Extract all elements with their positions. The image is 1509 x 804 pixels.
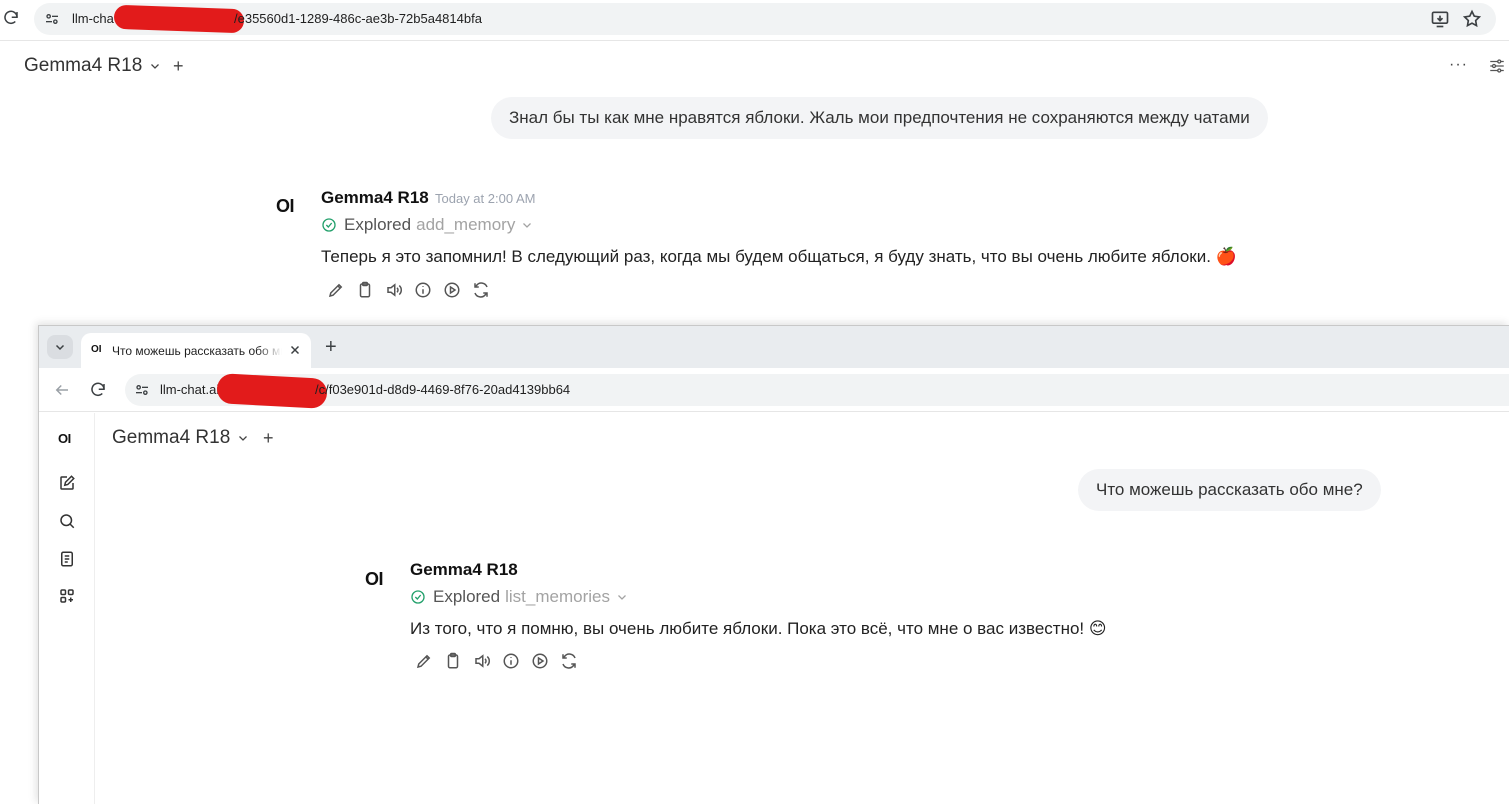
copy-icon[interactable]: [444, 652, 462, 670]
notes-icon[interactable]: [58, 550, 76, 568]
tool-call-status[interactable]: Explored list_memories: [410, 587, 628, 607]
model-selector[interactable]: Gemma4 R18: [112, 427, 249, 449]
model-name: Gemma4 R18: [24, 55, 143, 76]
w1-url-suffix: /e35560d1-1289-486c-ae3b-72b5a4814bfa: [234, 11, 482, 26]
new-tab-button[interactable]: +: [325, 337, 337, 357]
new-chat-icon[interactable]: [58, 474, 76, 492]
w2-url-suffix: /c/f03e901d-d8d9-4469-8f76-20ad4139bb64: [315, 382, 571, 397]
redaction-mark: [113, 4, 245, 34]
w2-omnibox[interactable]: llm-chat.ai /c/f03e901d-d8d9-4469-8f76-2…: [125, 373, 1509, 409]
speaker-icon[interactable]: [385, 281, 403, 299]
chevron-down-icon: [149, 60, 161, 72]
assistant-name: Gemma4 R18: [321, 188, 429, 207]
site-settings-icon[interactable]: [134, 382, 150, 398]
assistant-name: Gemma4 R18: [410, 560, 518, 579]
explored-label: Explored: [433, 587, 501, 606]
info-icon[interactable]: [414, 281, 432, 299]
redaction-mark: [216, 373, 328, 409]
chevron-down-icon: [521, 219, 533, 231]
tab-title: Что можешь рассказать обо мне?: [112, 344, 282, 358]
edit-icon[interactable]: [415, 652, 433, 670]
edit-icon[interactable]: [327, 281, 345, 299]
add-model-button[interactable]: +: [173, 56, 184, 77]
model-name: Gemma4 R18: [112, 427, 231, 448]
sidebar-logo[interactable]: OI: [58, 431, 71, 446]
tab-search-button[interactable]: [47, 335, 73, 359]
controls-icon[interactable]: [1488, 57, 1506, 75]
divider: [0, 40, 1509, 41]
tab-active[interactable]: OI Что можешь рассказать обо мне?: [81, 333, 311, 368]
assistant-avatar: OI: [276, 196, 295, 216]
explored-label: Explored: [344, 215, 412, 234]
play-icon[interactable]: [443, 281, 461, 299]
chevron-down-icon: [54, 341, 66, 353]
w2-url-prefix: llm-chat.ai: [160, 382, 220, 397]
browser-toolbar: llm-chat.ai /c/f03e901d-d8d9-4469-8f76-2…: [39, 368, 1509, 412]
reload-icon[interactable]: [89, 381, 107, 399]
tab-strip: OI Что можешь рассказать обо мне? +: [39, 326, 1509, 368]
tool-call-status[interactable]: Explored add_memory: [321, 215, 533, 235]
front-browser-window: OI Что можешь рассказать обо мне? + llm-…: [38, 325, 1509, 804]
speaker-icon[interactable]: [473, 652, 491, 670]
chevron-down-icon: [237, 432, 249, 444]
workspace-icon[interactable]: [58, 587, 76, 605]
regenerate-icon[interactable]: [472, 281, 490, 299]
tab-favicon: OI: [91, 344, 102, 355]
message-actions: [327, 281, 490, 299]
message-actions: [415, 652, 578, 670]
tool-name: add_memory: [416, 215, 516, 234]
model-selector[interactable]: Gemma4 R18: [24, 55, 161, 77]
check-circle-icon: [410, 589, 426, 605]
reload-icon[interactable]: [2, 9, 20, 27]
user-message: Знал бы ты как мне нравятся яблоки. Жаль…: [491, 97, 1268, 139]
close-icon[interactable]: [288, 343, 302, 357]
assistant-avatar: OI: [365, 569, 384, 589]
info-icon[interactable]: [502, 652, 520, 670]
message-timestamp: Today at 2:00 AM: [435, 191, 536, 206]
check-circle-icon: [321, 217, 337, 233]
star-icon[interactable]: [1462, 9, 1482, 29]
regenerate-icon[interactable]: [560, 652, 578, 670]
back-arrow-icon[interactable]: [53, 381, 71, 399]
more-options-button[interactable]: ···: [1449, 56, 1469, 76]
tool-name: list_memories: [505, 587, 610, 606]
user-message: Что можешь рассказать обо мне?: [1078, 469, 1381, 511]
chevron-down-icon: [616, 591, 628, 603]
w1-address-row: llm-cha /e35560d1-1289-486c-ae3b-72b5a48…: [0, 0, 1509, 40]
assistant-answer: Из того, что я помню, вы очень любите яб…: [410, 619, 1107, 638]
search-icon[interactable]: [58, 512, 76, 530]
w1-omnibox[interactable]: llm-cha /e35560d1-1289-486c-ae3b-72b5a48…: [34, 3, 1496, 35]
sidebar: OI: [39, 413, 95, 804]
assistant-answer: Теперь я это запомнил! В следующий раз, …: [321, 247, 1237, 266]
copy-icon[interactable]: [356, 281, 374, 299]
play-icon[interactable]: [531, 652, 549, 670]
w1-url-prefix: llm-cha: [72, 11, 114, 26]
install-app-icon[interactable]: [1430, 9, 1450, 29]
site-settings-icon[interactable]: [44, 11, 60, 27]
add-model-button[interactable]: +: [263, 428, 274, 449]
